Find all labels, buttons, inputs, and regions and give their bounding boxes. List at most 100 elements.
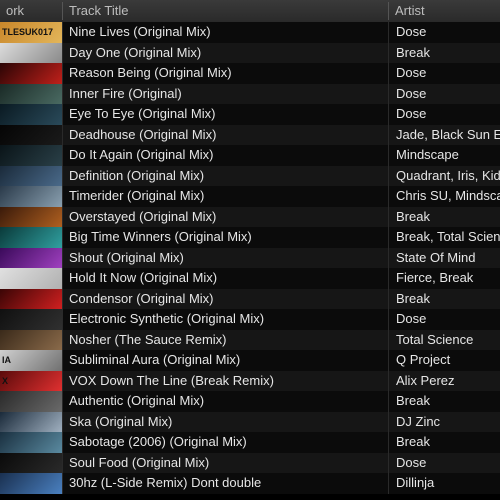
album-artwork-thumbnail <box>0 268 62 289</box>
album-artwork-thumbnail <box>0 206 62 227</box>
track-row[interactable]: Condensor (Original Mix) Break <box>0 288 500 309</box>
artwork-label: X <box>2 375 9 386</box>
album-artwork-thumbnail <box>0 432 62 453</box>
album-artwork-thumbnail <box>0 145 62 166</box>
track-row[interactable]: Authentic (Original Mix) Break <box>0 391 500 412</box>
track-row[interactable]: IA Subliminal Aura (Original Mix) Q Projec… <box>0 350 500 371</box>
artist-cell: Alix Perez <box>388 370 500 391</box>
track-title-cell: Do It Again (Original Mix) <box>62 145 388 166</box>
album-artwork-thumbnail: IA <box>0 350 62 371</box>
album-artwork-thumbnail <box>0 329 62 350</box>
album-artwork-thumbnail <box>0 186 62 207</box>
track-row[interactable]: Timerider (Original Mix) Chris SU, Mindsc… <box>0 186 500 207</box>
artist-cell: Fierce, Break <box>388 268 500 289</box>
album-artwork-thumbnail <box>0 63 62 84</box>
track-title-cell: Hold It Now (Original Mix) <box>62 268 388 289</box>
artist-cell: Break <box>388 288 500 309</box>
track-title-cell: VOX Down The Line (Break Remix) <box>62 370 388 391</box>
track-row[interactable]: 30hz (L-Side Remix) Dont double Dillinja <box>0 473 500 494</box>
track-title-cell: Nosher (The Sauce Remix) <box>62 329 388 350</box>
track-row[interactable]: X VOX Down The Line (Break Remix) Alix Per… <box>0 370 500 391</box>
track-title-cell: Timerider (Original Mix) <box>62 186 388 207</box>
track-title-cell: Shout (Original Mix) <box>62 247 388 268</box>
artist-cell: Quadrant, Iris, Kid I <box>388 165 500 186</box>
track-title-cell: Eye To Eye (Original Mix) <box>62 104 388 125</box>
track-row[interactable]: Definition (Original Mix) Quadrant, Iris,… <box>0 165 500 186</box>
track-row[interactable]: Sabotage (2006) (Original Mix) Break <box>0 432 500 453</box>
track-title-cell: Subliminal Aura (Original Mix) <box>62 350 388 371</box>
track-title-cell: 30hz (L-Side Remix) Dont double <box>62 473 388 494</box>
album-artwork-thumbnail: TLESUK017 <box>0 22 62 43</box>
track-title-cell: Authentic (Original Mix) <box>62 391 388 412</box>
column-header-artwork[interactable]: ork <box>0 0 62 22</box>
artist-cell: Chris SU, Mindscap <box>388 186 500 207</box>
album-artwork-thumbnail <box>0 83 62 104</box>
column-header-artist[interactable]: Artist <box>389 0 500 22</box>
artist-cell: Dillinja <box>388 473 500 494</box>
artist-cell: Jade, Black Sun Em <box>388 124 500 145</box>
track-row[interactable]: Big Time Winners (Original Mix) Break, To… <box>0 227 500 248</box>
track-row[interactable]: Day One (Original Mix) Break <box>0 42 500 63</box>
album-artwork-thumbnail <box>0 227 62 248</box>
artist-cell: Dose <box>388 452 500 473</box>
album-artwork-thumbnail <box>0 411 62 432</box>
track-row[interactable]: Nosher (The Sauce Remix) Total Science <box>0 329 500 350</box>
track-title-cell: Soul Food (Original Mix) <box>62 452 388 473</box>
track-row[interactable]: Do It Again (Original Mix) Mindscape <box>0 145 500 166</box>
track-title-cell: Definition (Original Mix) <box>62 165 388 186</box>
track-row[interactable]: Shout (Original Mix) State Of Mind <box>0 247 500 268</box>
track-row[interactable]: Electronic Synthetic (Original Mix) Dose <box>0 309 500 330</box>
track-title-cell: Condensor (Original Mix) <box>62 288 388 309</box>
artist-cell: Break <box>388 206 500 227</box>
track-title-cell: Reason Being (Original Mix) <box>62 63 388 84</box>
track-row[interactable]: Soul Food (Original Mix) Dose <box>0 452 500 473</box>
track-row[interactable]: Reason Being (Original Mix) Dose <box>0 63 500 84</box>
artist-cell: Break <box>388 432 500 453</box>
track-title-cell: Day One (Original Mix) <box>62 42 388 63</box>
album-artwork-thumbnail <box>0 473 62 494</box>
artist-cell: Dose <box>388 83 500 104</box>
track-row[interactable]: Hold It Now (Original Mix) Fierce, Break <box>0 268 500 289</box>
artwork-label: IA <box>2 355 11 365</box>
artist-cell: Dose <box>388 309 500 330</box>
artist-cell: State Of Mind <box>388 247 500 268</box>
album-artwork-thumbnail <box>0 309 62 330</box>
track-row[interactable]: Overstayed (Original Mix) Break <box>0 206 500 227</box>
track-title-cell: Ska (Original Mix) <box>62 411 388 432</box>
album-artwork-thumbnail <box>0 452 62 473</box>
album-artwork-thumbnail <box>0 124 62 145</box>
artist-cell: Break <box>388 391 500 412</box>
album-artwork-thumbnail <box>0 165 62 186</box>
artist-cell: Break <box>388 42 500 63</box>
album-artwork-thumbnail <box>0 247 62 268</box>
artist-cell: DJ Zinc <box>388 411 500 432</box>
track-title-cell: Overstayed (Original Mix) <box>62 206 388 227</box>
artist-cell: Q Project <box>388 350 500 371</box>
artist-cell: Mindscape <box>388 145 500 166</box>
artist-cell: Dose <box>388 22 500 43</box>
track-title-cell: Sabotage (2006) (Original Mix) <box>62 432 388 453</box>
track-row[interactable]: Deadhouse (Original Mix) Jade, Black Sun … <box>0 124 500 145</box>
track-row[interactable]: Eye To Eye (Original Mix) Dose <box>0 104 500 125</box>
artist-cell: Dose <box>388 104 500 125</box>
artwork-label: TLESUK017 <box>2 27 54 37</box>
track-row[interactable]: Inner Fire (Original) Dose <box>0 83 500 104</box>
track-title-cell: Deadhouse (Original Mix) <box>62 124 388 145</box>
artist-cell: Break, Total Scienc <box>388 227 500 248</box>
album-artwork-thumbnail <box>0 42 62 63</box>
album-artwork-thumbnail <box>0 391 62 412</box>
track-row[interactable]: TLESUK017 Nine Lives (Original Mix) Dose <box>0 22 500 43</box>
album-artwork-thumbnail: X <box>0 370 62 391</box>
track-row[interactable]: Ska (Original Mix) DJ Zinc <box>0 411 500 432</box>
artist-cell: Total Science <box>388 329 500 350</box>
track-title-cell: Big Time Winners (Original Mix) <box>62 227 388 248</box>
track-list: TLESUK017 Nine Lives (Original Mix) Dose Da… <box>0 22 500 494</box>
table-header: ork Track Title Artist <box>0 0 500 23</box>
column-header-track-title[interactable]: Track Title <box>63 0 388 22</box>
album-artwork-thumbnail <box>0 288 62 309</box>
artist-cell: Dose <box>388 63 500 84</box>
track-title-cell: Electronic Synthetic (Original Mix) <box>62 309 388 330</box>
track-title-cell: Nine Lives (Original Mix) <box>62 22 388 43</box>
album-artwork-thumbnail <box>0 104 62 125</box>
track-title-cell: Inner Fire (Original) <box>62 83 388 104</box>
